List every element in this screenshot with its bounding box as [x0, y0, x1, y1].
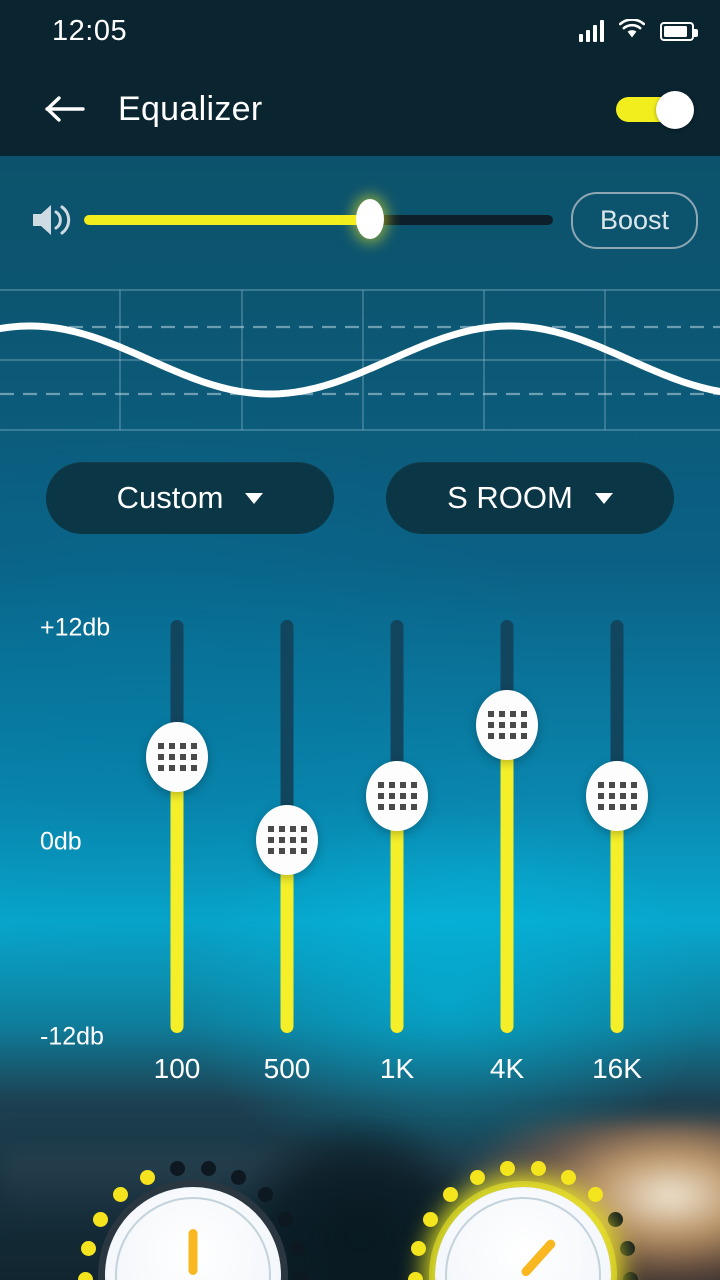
knob-pointer	[188, 1229, 198, 1275]
knob-row	[0, 1150, 720, 1280]
volume-slider[interactable]	[84, 198, 553, 242]
knob-tick-dot	[293, 1272, 309, 1280]
knob-tick-dot	[277, 1211, 293, 1227]
grip-dots-icon	[597, 782, 637, 810]
knob-tick-dot	[113, 1187, 129, 1203]
eq-band-16K[interactable]: 16K	[567, 590, 667, 1100]
db-scale-label-0: +12db	[40, 613, 111, 642]
knob-tick-dot	[290, 1240, 306, 1256]
app-bar: Equalizer	[0, 62, 720, 156]
knob-tick-dot	[77, 1272, 93, 1280]
eq-band-thumb[interactable]	[146, 722, 208, 792]
equalizer-panel: +12db 0db -12db 100 500 1K 4K 16K	[0, 590, 720, 1100]
status-bar: 12:05	[0, 0, 720, 62]
equalizer-power-toggle[interactable]	[616, 91, 694, 129]
knob-tick-dot	[423, 1211, 439, 1227]
page-title: Equalizer	[118, 89, 263, 128]
eq-preset-label: Custom	[116, 480, 224, 515]
knob-tick-dot	[499, 1160, 515, 1176]
eq-band-freq-label: 16K	[592, 1053, 642, 1084]
equalizer-screen: 12:05 Equalizer Boost Custom S ROOM +12d…	[0, 0, 720, 1280]
eq-band-100[interactable]: 100	[127, 590, 227, 1100]
volume-row: Boost	[0, 156, 720, 284]
back-arrow-icon[interactable]	[38, 82, 92, 136]
eq-band-freq-label: 4K	[489, 1053, 525, 1084]
grip-dots-icon	[157, 743, 197, 771]
grip-dots-icon	[377, 782, 417, 810]
room-preset-label: S ROOM	[447, 480, 573, 515]
grip-dots-icon	[487, 711, 527, 739]
speaker-volume-icon	[26, 198, 76, 242]
eq-band-fill	[610, 796, 624, 1033]
knob-tick-dot	[607, 1211, 623, 1227]
volume-thumb[interactable]	[356, 199, 385, 239]
knob-tick-dot	[587, 1187, 603, 1203]
knob-tick-dot	[169, 1160, 185, 1176]
eq-band-freq-label: 500	[263, 1053, 311, 1084]
chevron-down-icon	[594, 492, 613, 504]
knob-tick-dot	[231, 1169, 247, 1185]
status-icons	[578, 17, 698, 44]
room-preset-dropdown[interactable]: S ROOM	[386, 462, 674, 534]
eq-band-fill	[170, 757, 184, 1033]
eq-band-freq-label: 100	[153, 1053, 201, 1084]
preset-row: Custom S ROOM	[0, 462, 720, 534]
eq-band-thumb[interactable]	[586, 761, 648, 831]
knob-tick-dot	[620, 1240, 636, 1256]
knob-tick-dot	[531, 1160, 547, 1176]
knob-tick-dot	[257, 1187, 273, 1203]
knob-tick-dot	[139, 1169, 155, 1185]
toggle-knob	[656, 91, 694, 129]
eq-band-thumb[interactable]	[476, 690, 538, 760]
eq-band-thumb[interactable]	[366, 761, 428, 831]
knob-tick-dot	[407, 1272, 423, 1280]
eq-preset-dropdown[interactable]: Custom	[46, 462, 334, 534]
eq-band-4K[interactable]: 4K	[457, 590, 557, 1100]
knob-right[interactable]	[398, 1150, 648, 1280]
eq-band-500[interactable]: 500	[237, 590, 337, 1100]
knob-left[interactable]	[68, 1150, 318, 1280]
knob-tick-dot	[623, 1272, 639, 1280]
knob-tick-dot	[80, 1240, 96, 1256]
volume-fill	[84, 215, 371, 225]
knob-tick-dot	[201, 1160, 217, 1176]
db-scale-label-1: 0db	[40, 827, 82, 856]
chevron-down-icon	[245, 492, 264, 504]
knob-tick-dot	[443, 1187, 459, 1203]
eq-band-1K[interactable]: 1K	[347, 590, 447, 1100]
waveform-visualizer	[0, 289, 720, 431]
knob-tick-dot	[469, 1169, 485, 1185]
knob-tick-dot	[410, 1240, 426, 1256]
knob-tick-dot	[93, 1211, 109, 1227]
knob-tick-dot	[561, 1169, 577, 1185]
eq-band-freq-label: 1K	[379, 1053, 415, 1084]
db-scale-label-2: -12db	[40, 1022, 104, 1051]
signal-bars-icon	[578, 20, 604, 42]
status-clock: 12:05	[52, 14, 128, 47]
wifi-icon	[618, 17, 646, 44]
battery-icon	[660, 21, 698, 41]
eq-band-fill	[500, 725, 514, 1033]
eq-band-fill	[390, 796, 404, 1033]
boost-button[interactable]: Boost	[570, 191, 698, 249]
grip-dots-icon	[267, 826, 307, 854]
eq-band-thumb[interactable]	[256, 805, 318, 875]
